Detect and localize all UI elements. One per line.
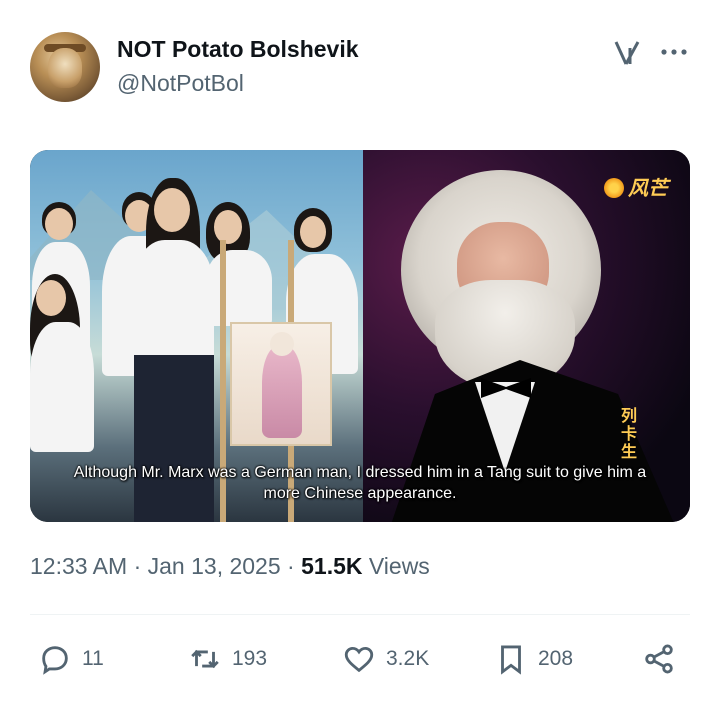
avatar-face bbox=[48, 48, 82, 88]
repost-button[interactable]: 193 bbox=[188, 636, 267, 682]
vertical-caption: 列卡生 bbox=[621, 408, 638, 461]
bookmark-icon bbox=[501, 645, 521, 675]
share-icon bbox=[645, 644, 673, 674]
tweet-date[interactable]: Jan 13, 2025 bbox=[148, 553, 281, 579]
speaker-body bbox=[132, 240, 214, 360]
tweet-time[interactable]: 12:33 AM bbox=[30, 553, 127, 579]
repost-icon bbox=[191, 649, 219, 669]
like-button[interactable]: 3.2K bbox=[342, 636, 429, 682]
reply-count: 11 bbox=[82, 647, 104, 670]
painting bbox=[230, 322, 332, 446]
channel-logo-icon bbox=[604, 178, 624, 198]
painting-figure-head bbox=[270, 332, 294, 356]
share-button[interactable] bbox=[642, 636, 686, 682]
views-count: 51.5K bbox=[301, 553, 363, 579]
bookmark-count: 208 bbox=[538, 647, 574, 670]
author-handle[interactable]: @NotPotBol bbox=[117, 70, 244, 97]
divider bbox=[30, 614, 690, 615]
student-head bbox=[45, 208, 73, 240]
meta-separator: · bbox=[287, 553, 295, 579]
tweet-media[interactable]: 风芒 列卡生 Although Mr. Marx was a German ma… bbox=[30, 150, 690, 522]
painting-figure bbox=[262, 346, 302, 438]
caption-line-2: more Chinese appearance. bbox=[263, 485, 457, 502]
grok-icon[interactable] bbox=[612, 38, 642, 68]
meta-separator: · bbox=[133, 553, 142, 579]
more-icon[interactable] bbox=[660, 46, 688, 58]
tweet-meta: 12:33 AM · Jan 13, 2025 · 51.5K Views bbox=[30, 553, 430, 580]
bookmark-button[interactable]: 208 bbox=[494, 636, 573, 682]
student-head bbox=[214, 210, 242, 244]
action-bar: 11 193 3.2K 208 bbox=[30, 636, 690, 682]
caption-line-1: Although Mr. Marx was a German man, I dr… bbox=[73, 464, 647, 481]
like-count: 3.2K bbox=[386, 647, 430, 670]
video-caption: Although Mr. Marx was a German man, I dr… bbox=[30, 462, 690, 504]
student-head bbox=[300, 216, 326, 248]
speaker-head bbox=[154, 188, 190, 232]
reply-icon bbox=[42, 646, 68, 675]
avatar[interactable] bbox=[30, 32, 100, 102]
student-head bbox=[36, 280, 66, 316]
author-name[interactable]: NOT Potato Bolshevik bbox=[117, 36, 359, 63]
views-label: Views bbox=[368, 553, 430, 579]
reply-button[interactable]: 11 bbox=[38, 636, 104, 682]
repost-count: 193 bbox=[232, 647, 268, 670]
tweet-header: NOT Potato Bolshevik @NotPotBol bbox=[30, 32, 690, 104]
heart-icon bbox=[344, 646, 374, 673]
channel-logo: 风芒 bbox=[604, 172, 668, 201]
student-body bbox=[206, 250, 272, 326]
student-body bbox=[30, 322, 94, 452]
